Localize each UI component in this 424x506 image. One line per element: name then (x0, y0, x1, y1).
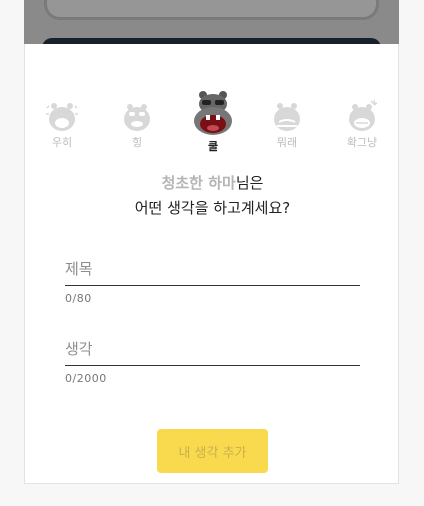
mood-label: 뭐래 (276, 136, 298, 149)
mood-option-whatever[interactable]: 뭐래 (257, 98, 317, 150)
question-suffix: 님은 (235, 174, 264, 192)
mood-label: 힝 (131, 136, 143, 149)
title-counter: 0/80 (65, 292, 92, 305)
nickname: 청초한 하마 (161, 174, 236, 192)
crying-hippo-icon (124, 104, 150, 131)
cool-hippo-icon (194, 91, 232, 135)
question-line: 어떤 생각을 하고계세요? (134, 199, 291, 217)
add-thought-button[interactable]: 내 생각 추가 (157, 429, 268, 473)
background-input (44, 0, 379, 20)
title-input[interactable] (65, 258, 360, 286)
mood-option-cool[interactable]: 쿨 (183, 88, 243, 154)
skeptical-hippo-icon (274, 103, 300, 131)
mood-option-sad[interactable]: 힝 (107, 98, 167, 150)
happy-hippo-icon (46, 103, 78, 131)
background-overlay (24, 0, 399, 44)
new-thought-sheet: 우히 힝 쿨 뭐래 확그냥 청초한 하마님은 어떤 생각을 하고계세요? 제목 … (24, 44, 399, 484)
thought-input[interactable] (65, 338, 360, 366)
mood-label: 우히 (51, 136, 73, 149)
mood-selector: 우히 힝 쿨 뭐래 확그냥 (25, 88, 400, 158)
mood-label: 쿨 (207, 140, 219, 153)
thought-counter: 0/2000 (65, 372, 107, 385)
mood-option-angry[interactable]: 확그냥 (332, 98, 392, 150)
mood-option-happy[interactable]: 우히 (32, 98, 92, 150)
title-field: 0/80 (65, 258, 360, 305)
question-text: 청초한 하마님은 어떤 생각을 하고계세요? (25, 171, 400, 221)
thought-field: 0/2000 (65, 338, 360, 385)
angry-hippo-icon (349, 99, 378, 131)
mood-label: 확그냥 (346, 136, 378, 149)
